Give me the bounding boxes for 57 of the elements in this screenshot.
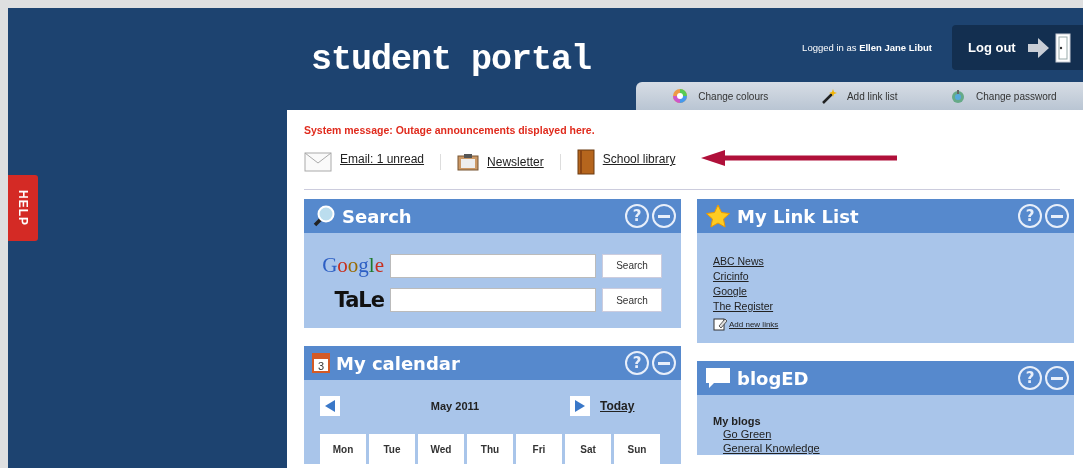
clipboard-icon xyxy=(457,153,480,171)
weekday-header: Fri xyxy=(516,434,562,464)
weekday-header: Thu xyxy=(467,434,513,464)
quick-link[interactable]: School library xyxy=(602,152,676,166)
blog-link[interactable]: General Knowledge xyxy=(723,441,820,455)
weekday-header: Mon xyxy=(320,434,366,464)
portal-title: student portal xyxy=(311,40,592,82)
search-field[interactable] xyxy=(390,253,596,278)
logout-button[interactable]: Log out xyxy=(952,25,1083,70)
previous-month-button[interactable] xyxy=(320,396,340,416)
widget-title: Search xyxy=(342,205,413,227)
star-icon xyxy=(705,204,731,228)
minimize-button[interactable] xyxy=(1045,366,1069,390)
magnifier-icon xyxy=(312,204,336,228)
left-triangle-icon xyxy=(325,400,335,412)
link-list-item[interactable]: Cricinfo xyxy=(713,270,1058,282)
right-triangle-icon xyxy=(575,400,585,412)
next-month-button[interactable] xyxy=(570,396,590,416)
search-button[interactable]: Search xyxy=(602,288,662,312)
weekday-header: Tue xyxy=(369,434,415,464)
blog-link[interactable]: Go Green xyxy=(723,427,772,441)
search-field[interactable] xyxy=(390,288,596,312)
book-icon xyxy=(576,149,595,175)
envelope-icon xyxy=(304,152,332,172)
quick-link[interactable]: Newsletter xyxy=(487,155,544,169)
toolbar-link[interactable]: Change colours xyxy=(672,88,769,104)
system-message: System message: Outage announcements displayed here. xyxy=(304,124,596,136)
minimize-button[interactable] xyxy=(652,351,676,375)
search-engine-logo: TaLe xyxy=(333,288,384,312)
weekday-header: Sat xyxy=(565,434,611,464)
search-button[interactable]: Search xyxy=(602,253,662,278)
today-link[interactable]: Today xyxy=(600,399,635,413)
widget-title: blogED xyxy=(737,367,810,389)
toolbar-link[interactable]: Change password xyxy=(950,88,1057,104)
weekday-header: Sun xyxy=(614,434,660,464)
minimize-button[interactable] xyxy=(1045,204,1069,228)
month-label: May 2011 xyxy=(429,400,481,412)
weekday-header: Wed xyxy=(418,434,464,464)
minimize-button[interactable] xyxy=(652,204,676,228)
widget-title: My calendar xyxy=(336,352,461,374)
help-tab[interactable]: HELP xyxy=(8,175,38,241)
quick-link[interactable]: Email: 1 unread xyxy=(340,152,425,166)
speech-bubble-icon xyxy=(705,367,731,389)
link-list-item[interactable]: The Register xyxy=(713,300,1058,312)
edit-note-icon xyxy=(713,317,727,331)
exit-door-icon xyxy=(1025,32,1072,63)
magic-wand-icon xyxy=(820,88,837,104)
search-engine-logo: Google xyxy=(321,253,384,278)
section-heading: My blogs xyxy=(713,415,761,427)
logged-in-text: Logged in as Ellen Jane Libut xyxy=(802,42,932,53)
toolbar-link[interactable]: Add link list xyxy=(820,88,898,104)
link-list-item[interactable]: Google xyxy=(713,285,1058,297)
calendar-icon: 3 xyxy=(312,353,330,373)
widget-title: My Link List xyxy=(737,205,860,227)
link-list-item[interactable]: ABC News xyxy=(713,255,1058,267)
add-links-link[interactable]: Add new links xyxy=(729,319,779,329)
color-wheel-icon xyxy=(672,88,689,104)
